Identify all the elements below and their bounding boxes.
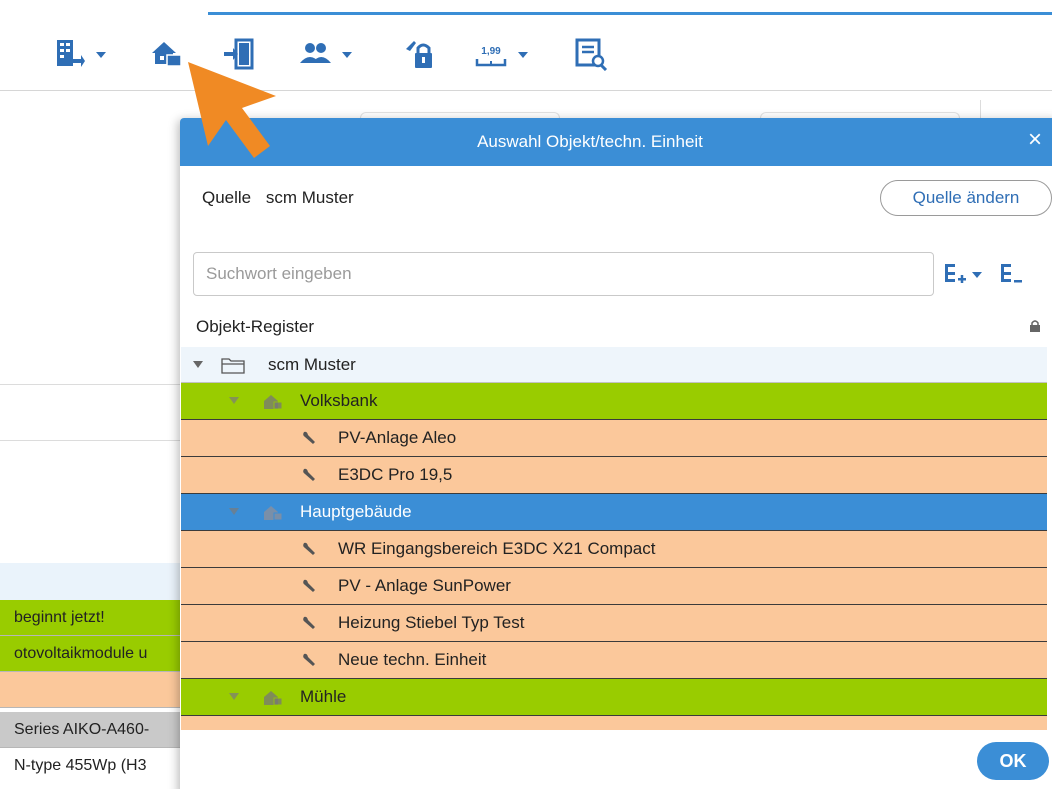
tree-row-label: Volksbank bbox=[300, 391, 378, 410]
background-table-row: otovoltaikmodule u bbox=[0, 636, 200, 672]
tree-row-selected[interactable]: Hauptgebäude bbox=[181, 494, 1047, 531]
building-icon bbox=[264, 395, 283, 410]
chevron-down-icon bbox=[96, 52, 106, 58]
background-table-row: beginnt jetzt! bbox=[0, 600, 200, 636]
background-table-row: N-type 455Wp (H3 bbox=[0, 748, 200, 784]
tree-toggle-icon[interactable] bbox=[229, 397, 239, 404]
users-icon bbox=[300, 43, 331, 63]
tree-row-label: PV - Anlage SunPower bbox=[338, 576, 511, 595]
background-table-row bbox=[0, 672, 200, 708]
background-table-header bbox=[0, 563, 200, 600]
document-search-button[interactable] bbox=[574, 34, 608, 74]
lock-icon bbox=[1030, 320, 1040, 332]
tree-toggle-icon[interactable] bbox=[193, 361, 203, 368]
document-search-icon bbox=[575, 38, 608, 71]
background-divider bbox=[0, 384, 200, 385]
source-row: Quelle scm Muster bbox=[202, 188, 354, 208]
wrench-icon bbox=[303, 468, 315, 481]
users-button[interactable] bbox=[298, 34, 352, 74]
tree-row-label: scm Muster bbox=[268, 355, 356, 374]
tree-tools bbox=[944, 258, 1022, 290]
object-select-icon bbox=[152, 42, 182, 67]
chevron-down-icon bbox=[518, 52, 528, 58]
tree-row[interactable]: PV-Anlage Aleo bbox=[181, 420, 1047, 457]
close-icon[interactable]: × bbox=[1028, 118, 1042, 162]
dialog-title-bar: Auswahl Objekt/techn. Einheit × bbox=[180, 118, 1052, 166]
building-icon bbox=[264, 506, 283, 521]
wrench-icon bbox=[303, 616, 315, 629]
search-input[interactable] bbox=[193, 252, 934, 296]
building-icon bbox=[264, 691, 283, 706]
tree-toggle-icon[interactable] bbox=[229, 508, 239, 515]
tree-row[interactable]: PV - Anlage SunPower bbox=[181, 568, 1047, 605]
lock-settings-icon bbox=[406, 41, 432, 68]
object-register-label: Objekt-Register bbox=[196, 317, 315, 336]
background-table-row: Series AIKO-A460- bbox=[0, 712, 200, 748]
tree-row-label: Neue techn. Einheit bbox=[338, 650, 487, 669]
wrench-icon bbox=[303, 542, 315, 555]
tree-row[interactable]: Neue techn. Einheit bbox=[181, 642, 1047, 679]
tree-toggle-icon[interactable] bbox=[229, 693, 239, 700]
tree-row-label: Hauptgebäude bbox=[300, 502, 412, 521]
source-label: Quelle bbox=[202, 188, 252, 207]
price-icon-label: 1,99 bbox=[481, 46, 501, 57]
ok-button[interactable]: OK bbox=[977, 742, 1049, 780]
chevron-down-icon bbox=[342, 52, 352, 58]
toolbar-divider bbox=[0, 90, 1052, 91]
price-icon: 1,99 bbox=[475, 46, 507, 67]
tree-row[interactable] bbox=[181, 716, 1047, 730]
door-login-button[interactable] bbox=[222, 34, 256, 74]
wrench-icon bbox=[303, 579, 315, 592]
expand-tree-icon[interactable] bbox=[944, 262, 966, 286]
change-source-button[interactable]: Quelle ändern bbox=[880, 180, 1052, 216]
tree-row[interactable]: scm Muster bbox=[181, 347, 1047, 383]
tree-row[interactable]: Heizung Stiebel Typ Test bbox=[181, 605, 1047, 642]
tree-row-label: Heizung Stiebel Typ Test bbox=[338, 613, 525, 632]
tree-row-label: Mühle bbox=[300, 687, 347, 706]
background-divider bbox=[0, 440, 200, 441]
door-login-icon bbox=[224, 38, 254, 70]
object-select-button[interactable] bbox=[150, 34, 184, 74]
tree-row-label: WR Eingangsbereich E3DC X21 Compact bbox=[338, 539, 656, 558]
tree-row[interactable]: Mühle bbox=[181, 679, 1047, 716]
tree-row[interactable]: Volksbank bbox=[181, 383, 1047, 420]
app-window: 1,99 beginnt jetzt! otovoltaikmodule u S… bbox=[0, 0, 1052, 789]
folder-icon bbox=[221, 358, 245, 374]
dialog-title: Auswahl Objekt/techn. Einheit bbox=[477, 132, 703, 151]
top-accent-line bbox=[208, 12, 1052, 15]
tree-row-label: PV-Anlage Aleo bbox=[338, 428, 457, 447]
chevron-down-icon[interactable] bbox=[972, 272, 982, 278]
collapse-tree-icon[interactable] bbox=[1000, 262, 1022, 286]
tree-row[interactable]: E3DC Pro 19,5 bbox=[181, 457, 1047, 494]
tree-row[interactable]: WR Eingangsbereich E3DC X21 Compact bbox=[181, 531, 1047, 568]
price-button[interactable]: 1,99 bbox=[474, 34, 528, 74]
tree-row-label: E3DC Pro 19,5 bbox=[338, 465, 453, 484]
source-value: scm Muster bbox=[265, 188, 354, 207]
wrench-icon bbox=[303, 653, 315, 666]
object-selection-dialog: Auswahl Objekt/techn. Einheit × Quelle s… bbox=[180, 118, 1052, 789]
report-export-icon bbox=[57, 40, 85, 67]
report-export-button[interactable] bbox=[52, 34, 106, 74]
object-tree: scm Muster Volksbank PV-Anlage Aleo E3DC… bbox=[181, 347, 1047, 730]
lock-settings-button[interactable] bbox=[402, 34, 436, 74]
wrench-icon bbox=[303, 431, 315, 444]
